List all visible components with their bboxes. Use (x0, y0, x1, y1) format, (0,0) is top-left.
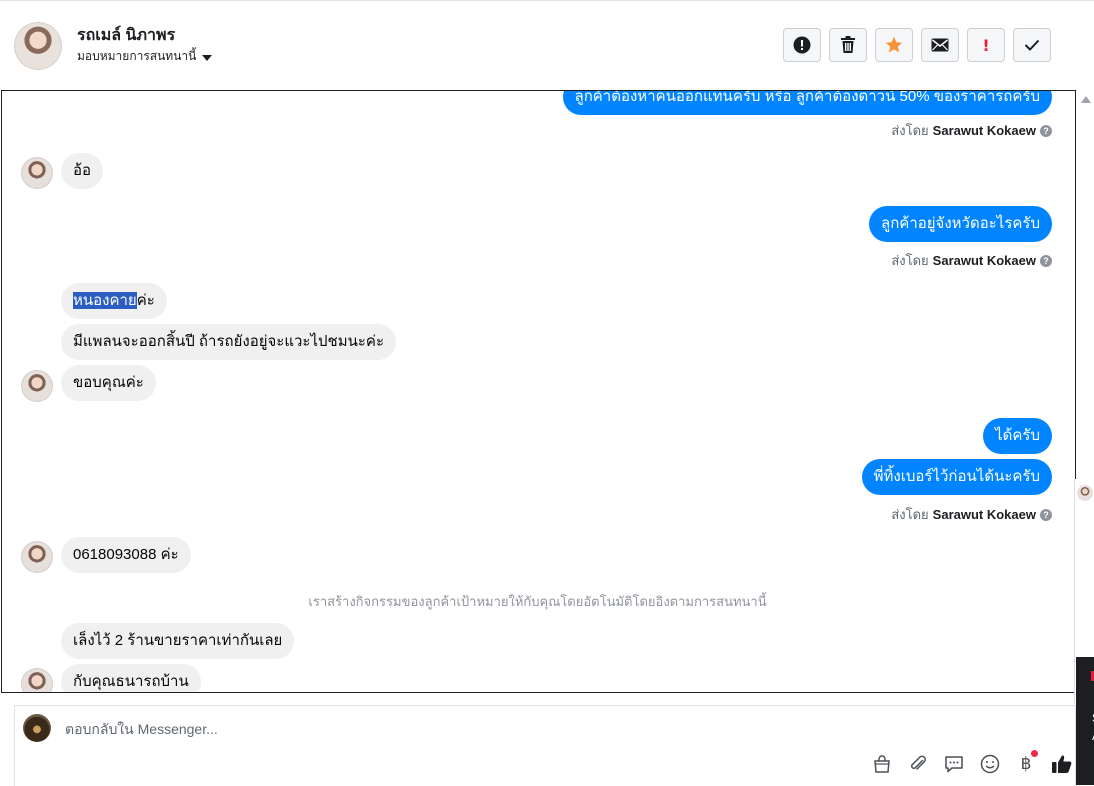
conversation-header: รถเมล์ นิภาพร มอบหมายการสนทนานี้ ! (0, 1, 1094, 89)
message-thread[interactable]: ลูกค้าต้องหาคนออกแทนครับ หรือ ลูกค้าต้อง… (1, 90, 1076, 693)
mark-unread-button[interactable] (921, 28, 959, 62)
page-avatar (23, 714, 51, 742)
paperclip-icon (910, 755, 926, 770)
sent-by-label: ส่งโดย Sarawut Kokaew ? (891, 504, 1052, 525)
outgoing-message: ลูกค้าต้องหาคนออกแทนครับ หรือ ลูกค้าต้อง… (562, 91, 1052, 115)
thumbs-up-icon (1052, 755, 1072, 773)
system-note: เราสร้างกิจกรรมของลูกค้าเป้าหมายให้กับคุ… (308, 594, 767, 609)
trash-icon (841, 36, 855, 53)
contact-avatar-small (21, 541, 53, 573)
sent-by-name[interactable]: Sarawut Kokaew (933, 253, 1036, 268)
incoming-message: อ้อ (61, 153, 104, 189)
sent-by-name[interactable]: Sarawut Kokaew (933, 507, 1036, 522)
contact-name[interactable]: รถเมล์ นิภาพร (77, 23, 175, 48)
incoming-message: เล็งไว้ 2 ร้านขายราคาเท่ากันเลย (61, 623, 295, 659)
envelope-icon (931, 38, 949, 52)
star-button[interactable] (875, 28, 913, 62)
star-icon (885, 36, 903, 53)
exclamation-icon: ! (982, 35, 990, 55)
sent-by-label: ส่งโดย Sarawut Kokaew ? (891, 250, 1052, 271)
reply-input[interactable] (63, 714, 967, 744)
incoming-message: 0618093088 ค่ะ (61, 537, 191, 573)
help-icon[interactable]: ? (1040, 508, 1052, 521)
caret-down-icon (202, 54, 213, 61)
contact-avatar-mini[interactable] (1077, 485, 1093, 501)
shop-button[interactable] (870, 752, 894, 776)
help-icon[interactable]: ? (1040, 124, 1052, 137)
sent-by-label: ส่งโดย Sarawut Kokaew ? (891, 120, 1052, 141)
attach-button[interactable] (906, 752, 930, 776)
saved-replies-button[interactable] (942, 752, 966, 776)
incoming-message: หนองคายค่ะ (61, 283, 167, 319)
notification-dot (1031, 750, 1038, 757)
composer-toolbar: ฿ (870, 750, 1074, 776)
scroll-up-arrow-icon[interactable] (1081, 96, 1091, 103)
mark-spam-button[interactable] (783, 28, 821, 62)
incoming-message: กับคุณธนารถบ้าน (61, 664, 201, 692)
sent-by-prefix: ส่งโดย (891, 507, 929, 522)
sent-by-prefix: ส่งโดย (891, 253, 929, 268)
incoming-message: มีแพลนจะออกสิ้นปี ถ้ารถยังอยู่จะแวะไปชมน… (61, 324, 397, 360)
contact-avatar[interactable] (14, 22, 62, 70)
conversation-actions: ! (783, 28, 1051, 62)
contact-avatar-small (21, 668, 53, 692)
follow-up-button[interactable]: ! (967, 28, 1005, 62)
selected-text: หนองคาย (73, 292, 137, 309)
smiley-icon (980, 754, 1000, 774)
payment-button[interactable]: ฿ (1014, 750, 1038, 776)
message-text: ค่ะ (136, 292, 155, 309)
shopping-bag-icon (874, 755, 890, 773)
alert-circle-icon (793, 36, 811, 54)
contact-avatar-small (21, 157, 53, 189)
baht-icon: ฿ (1020, 754, 1032, 774)
message-composer: ฿ (14, 705, 1076, 786)
outgoing-message: ได้ครับ (983, 418, 1052, 454)
mark-done-button[interactable] (1013, 28, 1051, 62)
dark-card-partial: S A (1076, 657, 1094, 785)
side-panel-partial: S A (1074, 479, 1094, 785)
delete-button[interactable] (829, 28, 867, 62)
speech-bubble-icon (945, 756, 963, 773)
assign-conversation-dropdown[interactable]: มอบหมายการสนทนานี้ (77, 47, 213, 66)
sent-by-prefix: ส่งโดย (891, 123, 929, 138)
checkmark-icon (1024, 39, 1040, 51)
emoji-button[interactable] (978, 752, 1002, 776)
outgoing-message: ลูกค้าอยู่จังหวัดอะไรครับ (869, 206, 1052, 242)
outgoing-message: พี่ทิ้งเบอร์ไว้ก่อนได้นะครับ (861, 459, 1052, 495)
contact-avatar-small (21, 370, 53, 402)
help-icon[interactable]: ? (1040, 254, 1052, 267)
incoming-message: ขอบคุณค่ะ (61, 365, 156, 401)
sent-by-name[interactable]: Sarawut Kokaew (933, 123, 1036, 138)
like-button[interactable] (1050, 752, 1074, 776)
assign-conversation-label: มอบหมายการสนทนานี้ (77, 49, 197, 63)
